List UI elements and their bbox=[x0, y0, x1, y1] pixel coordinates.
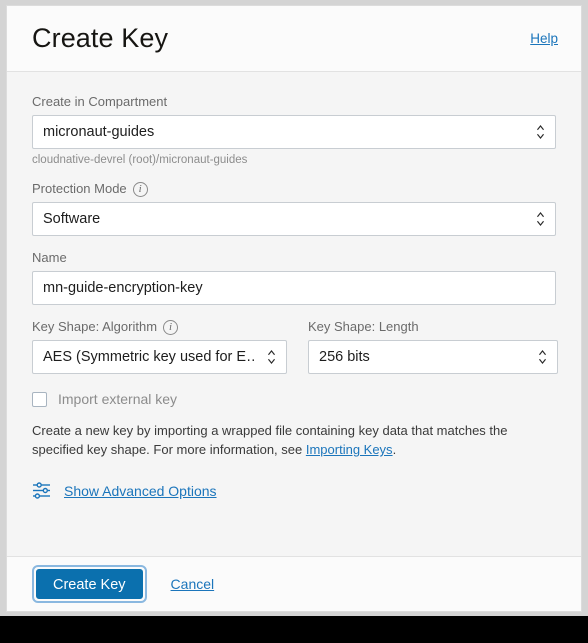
create-key-button[interactable]: Create Key bbox=[36, 569, 143, 599]
import-external-key-checkbox[interactable] bbox=[32, 391, 47, 407]
key-shape-length-select[interactable]: 256 bits bbox=[308, 340, 558, 374]
protection-mode-field-group: Protection Mode Software bbox=[32, 181, 556, 236]
chevron-up-down-icon bbox=[535, 210, 546, 228]
protection-mode-select[interactable]: Software bbox=[32, 202, 556, 236]
key-shape-length-label-text: Key Shape: Length bbox=[308, 319, 419, 334]
compartment-select[interactable]: micronaut-guides bbox=[32, 115, 556, 149]
import-description-text-after: . bbox=[392, 442, 397, 457]
name-label-text: Name bbox=[32, 250, 67, 265]
chevron-up-down-icon bbox=[266, 348, 277, 366]
info-icon[interactable] bbox=[163, 319, 179, 335]
name-label: Name bbox=[32, 250, 556, 266]
key-shape-algorithm-select[interactable]: AES (Symmetric key used for E… bbox=[32, 340, 287, 374]
key-shape-algorithm-label-text: Key Shape: Algorithm bbox=[32, 319, 158, 334]
cancel-button[interactable]: Cancel bbox=[171, 576, 215, 592]
import-description-text-before: Create a new key by importing a wrapped … bbox=[32, 423, 508, 457]
key-shape-length-label: Key Shape: Length bbox=[308, 319, 558, 335]
key-shape-algorithm-select-value: AES (Symmetric key used for E… bbox=[43, 349, 256, 365]
import-description: Create a new key by importing a wrapped … bbox=[32, 421, 552, 459]
dialog-header: Create Key Help bbox=[7, 6, 581, 72]
compartment-field-group: Create in Compartment micronaut-guides c… bbox=[32, 94, 556, 167]
key-shape-length-group: Key Shape: Length 256 bits bbox=[308, 319, 558, 374]
key-shape-algorithm-group: Key Shape: Algorithm AES (Symmetric key … bbox=[32, 319, 287, 374]
name-field-group: Name mn-guide-encryption-key bbox=[32, 250, 556, 305]
bottom-black-strip bbox=[0, 616, 588, 643]
import-external-key-label: Import external key bbox=[58, 391, 178, 407]
compartment-helper-text: cloudnative-devrel (root)/micronaut-guid… bbox=[32, 154, 248, 166]
name-input-value: mn-guide-encryption-key bbox=[43, 280, 203, 296]
chevron-up-down-icon bbox=[535, 123, 546, 141]
protection-mode-label-text: Protection Mode bbox=[32, 181, 127, 196]
show-advanced-options-link[interactable]: Show Advanced Options bbox=[64, 483, 217, 499]
key-shape-algorithm-label: Key Shape: Algorithm bbox=[32, 319, 287, 335]
import-external-key-row[interactable]: Import external key bbox=[32, 391, 556, 407]
help-link[interactable]: Help bbox=[530, 31, 558, 46]
dialog-footer: Create Key Cancel bbox=[7, 556, 581, 611]
protection-mode-label: Protection Mode bbox=[32, 181, 556, 197]
protection-mode-select-value: Software bbox=[43, 211, 101, 227]
name-input[interactable]: mn-guide-encryption-key bbox=[32, 271, 556, 305]
key-shape-length-select-value: 256 bits bbox=[319, 349, 370, 365]
compartment-select-value: micronaut-guides bbox=[43, 124, 155, 140]
compartment-label: Create in Compartment bbox=[32, 94, 556, 110]
compartment-label-text: Create in Compartment bbox=[32, 94, 168, 109]
create-key-button-focus-ring: Create Key bbox=[32, 565, 147, 603]
show-advanced-options-row[interactable]: Show Advanced Options bbox=[32, 482, 556, 499]
create-key-dialog: Create Key Help Create in Compartment mi… bbox=[6, 5, 582, 612]
dialog-body: Create in Compartment micronaut-guides c… bbox=[7, 72, 581, 556]
dialog-page-background: Create Key Help Create in Compartment mi… bbox=[0, 0, 588, 616]
importing-keys-link[interactable]: Importing Keys bbox=[306, 442, 393, 457]
info-icon[interactable] bbox=[132, 181, 148, 197]
sliders-icon bbox=[32, 482, 51, 499]
chevron-up-down-icon bbox=[537, 348, 548, 366]
key-shape-row: Key Shape: Algorithm AES (Symmetric key … bbox=[32, 319, 558, 374]
page-title: Create Key bbox=[32, 22, 169, 53]
